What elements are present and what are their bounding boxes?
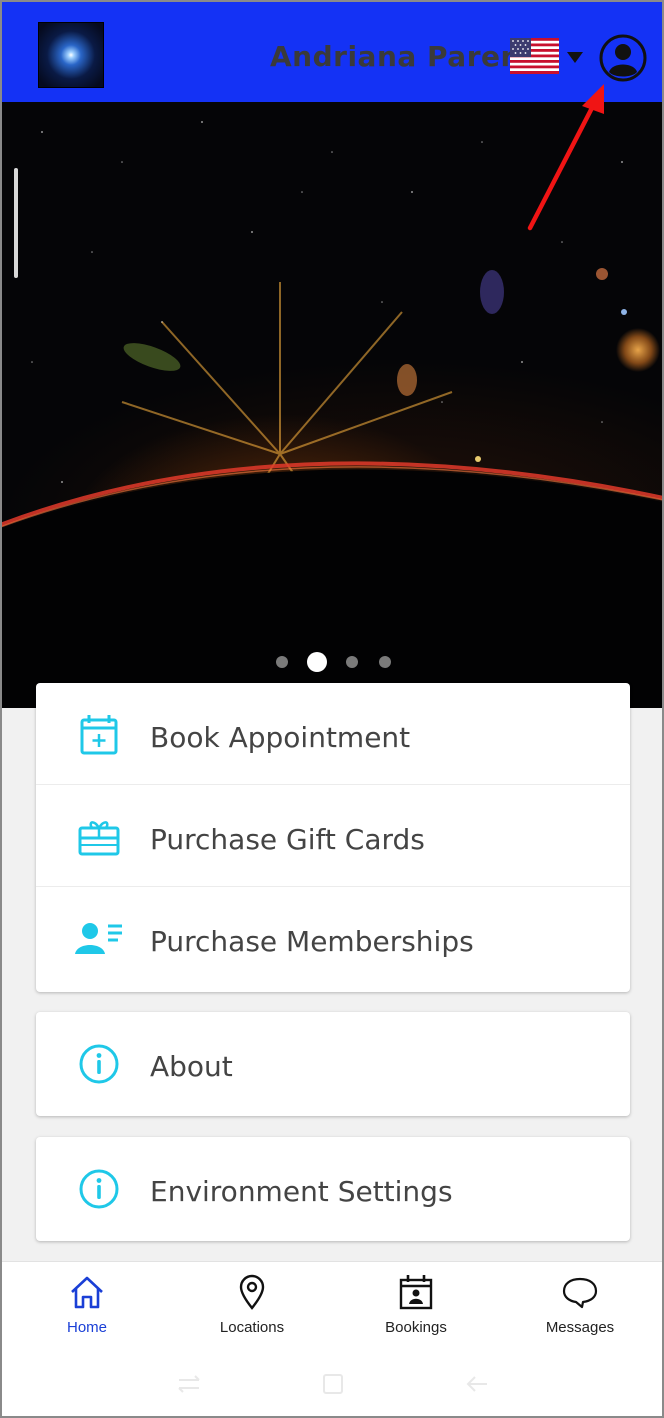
profile-avatar-icon[interactable] <box>598 33 648 83</box>
back-button-icon[interactable] <box>462 1369 492 1399</box>
nav-locations[interactable]: Locations <box>177 1262 327 1358</box>
purchase-gift-cards-item[interactable]: Purchase Gift Cards <box>36 785 630 887</box>
user-name: Andriana Parent <box>270 40 535 73</box>
nav-home-label: Home <box>66 1319 107 1336</box>
environment-settings-card: Environment Settings <box>36 1137 630 1241</box>
app-logo[interactable] <box>38 22 104 88</box>
info-icon <box>79 1044 119 1084</box>
book-appointment-item[interactable]: Book Appointment <box>36 683 630 785</box>
environment-settings-item[interactable]: Environment Settings <box>36 1137 630 1239</box>
purchase-gift-cards-label: Purchase Gift Cards <box>150 823 425 856</box>
carousel-dot[interactable] <box>379 656 391 668</box>
environment-settings-label: Environment Settings <box>150 1175 453 1208</box>
membership-card-icon <box>75 923 122 954</box>
home-icon <box>71 1276 103 1309</box>
gift-card-icon <box>78 821 120 856</box>
chat-bubble-icon <box>562 1277 598 1309</box>
carousel-dot-active[interactable] <box>307 652 327 672</box>
carousel-dot[interactable] <box>346 656 358 668</box>
bookings-calendar-icon <box>399 1275 433 1310</box>
about-label: About <box>150 1050 233 1083</box>
nav-messages[interactable]: Messages <box>505 1262 655 1358</box>
purchase-memberships-item[interactable]: Purchase Memberships <box>36 887 630 989</box>
carousel-pagination <box>272 652 402 672</box>
annotation-arrow <box>527 84 604 231</box>
nav-locations-label: Locations <box>219 1319 285 1336</box>
home-button-icon[interactable] <box>318 1369 348 1399</box>
purchase-memberships-label: Purchase Memberships <box>150 925 474 958</box>
about-card: About <box>36 1012 630 1116</box>
nav-home[interactable]: Home <box>12 1262 162 1358</box>
primary-actions-card: Book Appointment Purchase Gift Cards Pur… <box>36 683 630 992</box>
about-item[interactable]: About <box>36 1012 630 1114</box>
nav-bookings[interactable]: Bookings <box>341 1262 491 1358</box>
app-screen: Andriana Parent Book Appointment Purchas… <box>0 0 664 1418</box>
book-appointment-label: Book Appointment <box>150 721 411 754</box>
nav-bookings-label: Bookings <box>385 1319 447 1336</box>
recent-apps-icon[interactable] <box>174 1369 204 1399</box>
nav-messages-label: Messages <box>545 1319 615 1336</box>
bottom-navigation: Home Locations Bookings Messages <box>2 1261 662 1357</box>
carousel-dot[interactable] <box>276 656 288 668</box>
location-pin-icon <box>239 1274 265 1310</box>
system-navigation-bar <box>2 1357 662 1416</box>
info-icon <box>79 1169 119 1209</box>
language-dropdown-caret-icon[interactable] <box>567 52 583 63</box>
calendar-plus-icon <box>80 715 118 755</box>
us-flag-icon[interactable] <box>510 38 559 74</box>
scroll-indicator[interactable] <box>14 168 18 278</box>
